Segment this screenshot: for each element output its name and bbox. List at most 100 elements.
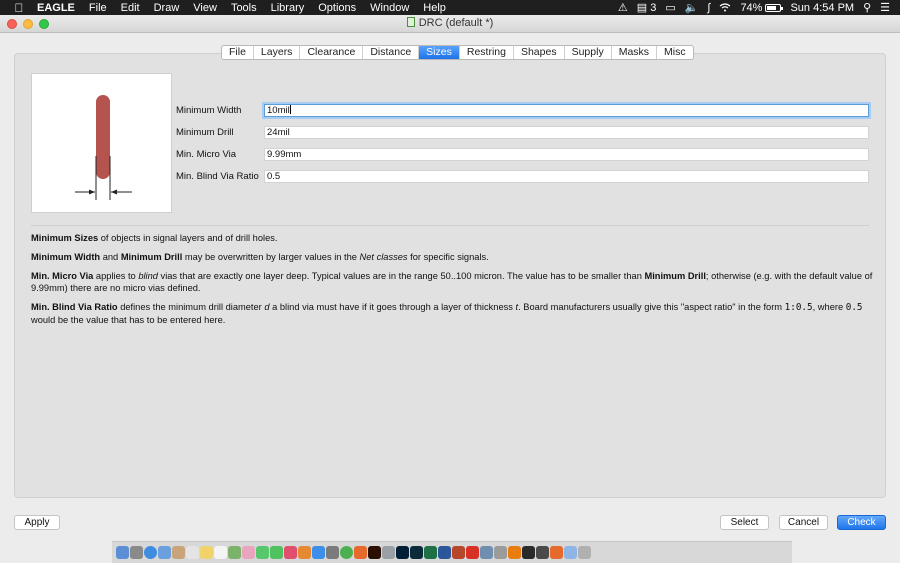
notification-center-icon[interactable]: ☰	[880, 1, 890, 14]
dock-pdf-icon[interactable]	[466, 546, 479, 559]
minimum-width-value: 10mil	[267, 105, 290, 116]
dock-messages-icon[interactable]	[256, 546, 269, 559]
dock-contacts-icon[interactable]	[172, 546, 185, 559]
help-p2-bold-2: Minimum Drill	[120, 252, 183, 262]
warning-icon[interactable]: ⚠	[618, 1, 628, 14]
dock-preview-icon[interactable]	[480, 546, 493, 559]
help-p2-text-1: and	[100, 252, 121, 262]
menu-app-name[interactable]: EAGLE	[37, 2, 75, 14]
tab-file[interactable]: File	[222, 46, 254, 59]
apply-button[interactable]: Apply	[14, 515, 60, 530]
notification-count: 3	[650, 1, 657, 14]
min-micro-via-input[interactable]: 9.99mm	[264, 148, 869, 161]
tab-shapes[interactable]: Shapes	[514, 46, 565, 59]
menu-edit[interactable]: Edit	[121, 2, 140, 14]
tab-masks[interactable]: Masks	[612, 46, 658, 59]
tab-bar: File Layers Clearance Distance Sizes Res…	[221, 45, 694, 60]
menu-help[interactable]: Help	[423, 2, 446, 14]
tab-distance[interactable]: Distance	[363, 46, 420, 59]
help-p4-text-1: defines the minimum drill diameter	[117, 302, 265, 312]
menu-options[interactable]: Options	[318, 2, 356, 14]
dock-activity-icon[interactable]	[536, 546, 549, 559]
tab-layers[interactable]: Layers	[254, 46, 301, 59]
dock-photos-icon[interactable]	[242, 546, 255, 559]
dock-finder-icon[interactable]	[116, 546, 129, 559]
dock-system-preferences-icon[interactable]	[326, 546, 339, 559]
menu-bar:  EAGLE File Edit Draw View Tools Librar…	[0, 0, 900, 15]
battery-percent: 74%	[740, 1, 763, 14]
dock-itunes-icon[interactable]	[284, 546, 297, 559]
notification-badge[interactable]: ▤ 3	[637, 1, 657, 15]
battery-status[interactable]: 74%	[740, 1, 784, 14]
bluetooth-icon[interactable]: ∫	[707, 2, 710, 14]
help-p3-italic: blind	[138, 271, 158, 281]
dock-powerpoint-icon[interactable]	[452, 546, 465, 559]
select-button[interactable]: Select	[720, 515, 769, 530]
dock-reminders-icon[interactable]	[214, 546, 227, 559]
menu-library[interactable]: Library	[271, 2, 305, 14]
check-button[interactable]: Check	[837, 515, 886, 530]
dock-trash-icon[interactable]	[578, 546, 591, 559]
arrowhead-right	[111, 189, 117, 195]
minimum-drill-input[interactable]: 24mil	[264, 126, 869, 139]
battery-icon	[765, 3, 784, 12]
dock-chrome-icon[interactable]	[340, 546, 353, 559]
min-blind-via-ratio-input[interactable]: 0.5	[264, 170, 869, 183]
tab-supply[interactable]: Supply	[565, 46, 612, 59]
document-icon	[406, 17, 415, 27]
dock-blender-icon[interactable]	[508, 546, 521, 559]
status-area: ⚠ ▤ 3 ▭ 🔈 ∫ 74% Sun 4:54 PM ⚲ ☰	[618, 0, 890, 15]
window-title-text: DRC (default *)	[418, 17, 494, 29]
dock-mail-icon[interactable]	[158, 546, 171, 559]
help-p4-mono-1: 1:0.5	[784, 302, 813, 313]
dock-illustrator-icon[interactable]	[368, 546, 381, 559]
wifi-icon[interactable]	[719, 3, 731, 12]
dock-notes-icon[interactable]	[200, 546, 213, 559]
volume-icon[interactable]: 🔈	[685, 1, 699, 14]
minimum-width-input[interactable]: 10mil	[264, 104, 869, 117]
dock-maps-icon[interactable]	[228, 546, 241, 559]
help-text: Minimum Sizes of objects in signal layer…	[31, 232, 876, 333]
minimum-width-label: Minimum Width	[176, 105, 242, 116]
help-p3-text-2: vias that are exactly one layer deep. Ty…	[157, 271, 645, 281]
dock-help-icon[interactable]	[382, 546, 395, 559]
help-p2-text-3: for specific signals.	[407, 252, 489, 262]
dock-eagle-icon[interactable]	[550, 546, 563, 559]
dock-ibooks-icon[interactable]	[298, 546, 311, 559]
airplay-icon[interactable]: ▭	[665, 1, 675, 14]
tab-clearance[interactable]: Clearance	[300, 46, 364, 59]
dock-excel-icon[interactable]	[424, 546, 437, 559]
dock-firefox-icon[interactable]	[354, 546, 367, 559]
dock-launchpad-icon[interactable]	[130, 546, 143, 559]
dock-word-icon[interactable]	[438, 546, 451, 559]
help-p3-text-1: applies to	[93, 271, 139, 281]
dock-photoshop-icon[interactable]	[396, 546, 409, 559]
spotlight-icon[interactable]: ⚲	[863, 1, 871, 14]
dock-calendar-icon[interactable]	[186, 546, 199, 559]
dock-app-store-icon[interactable]	[312, 546, 325, 559]
tab-misc[interactable]: Misc	[657, 46, 693, 59]
apple-icon[interactable]: 	[13, 1, 25, 15]
help-p2-italic: Net classes	[359, 252, 408, 262]
divider	[31, 225, 869, 226]
dock-folder-icon[interactable]	[564, 546, 577, 559]
menu-view[interactable]: View	[193, 2, 217, 14]
dock-misc-icon[interactable]	[494, 546, 507, 559]
menu-file[interactable]: File	[89, 2, 107, 14]
clock[interactable]: Sun 4:54 PM	[790, 2, 854, 14]
help-p2-bold-1: Minimum Width	[31, 252, 101, 262]
dock-safari-icon[interactable]	[144, 546, 157, 559]
help-p4-mono-2: 0.5	[845, 302, 863, 313]
cancel-button[interactable]: Cancel	[779, 515, 828, 530]
menu-tools[interactable]: Tools	[231, 2, 257, 14]
help-paragraph-4: Min. Blind Via Ratio defines the minimum…	[31, 301, 876, 326]
min-micro-via-label: Min. Micro Via	[176, 149, 237, 160]
dock-facetime-icon[interactable]	[270, 546, 283, 559]
menu-window[interactable]: Window	[370, 2, 409, 14]
dock-terminal-icon[interactable]	[522, 546, 535, 559]
menu-draw[interactable]: Draw	[154, 2, 180, 14]
dock-lightroom-icon[interactable]	[410, 546, 423, 559]
tab-sizes[interactable]: Sizes	[419, 46, 460, 59]
tab-restring[interactable]: Restring	[460, 46, 514, 59]
trace-shape	[96, 95, 110, 179]
